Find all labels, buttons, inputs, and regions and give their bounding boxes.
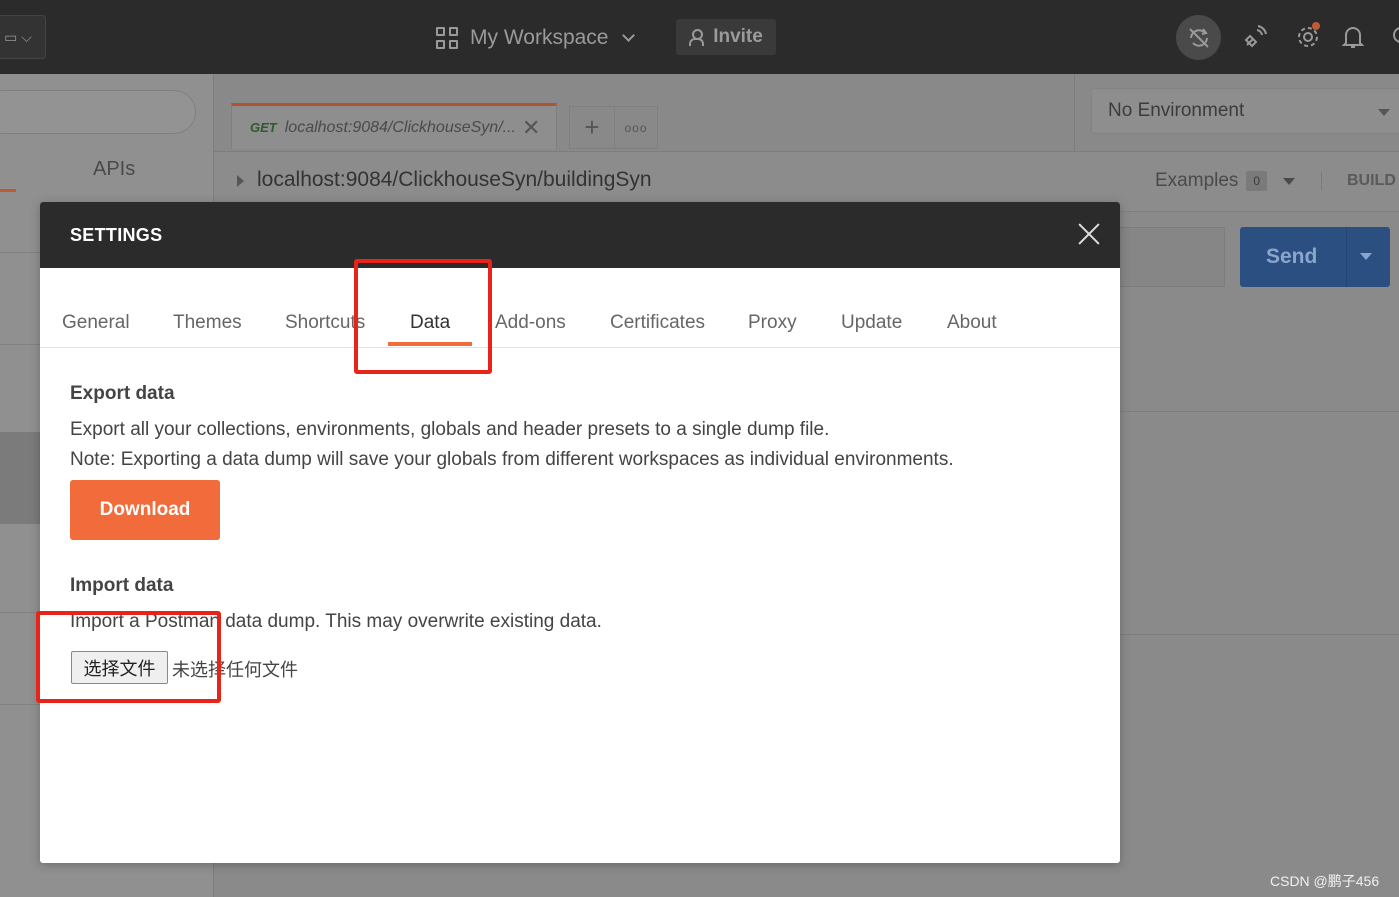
search-icon: [1393, 27, 1399, 43]
send-label: Send: [1266, 245, 1318, 268]
tab-options-button[interactable]: ooo: [614, 106, 658, 149]
watermark: CSDN @鹏子456: [1270, 873, 1380, 889]
settings-modal: SETTINGS General Themes Shortcuts Data A…: [40, 202, 1120, 863]
tab-proxy[interactable]: Proxy: [748, 312, 797, 334]
examples-label: Examples: [1155, 170, 1239, 191]
export-description: Export all your collections, environment…: [70, 419, 830, 440]
environment-select[interactable]: No Environment: [1091, 88, 1399, 134]
sync-status-button[interactable]: [1176, 15, 1221, 60]
close-tab-icon[interactable]: ✕: [522, 115, 540, 141]
add-user-icon: [689, 29, 705, 46]
send-options-caret-icon[interactable]: [1360, 253, 1372, 260]
tab-certificates[interactable]: Certificates: [610, 312, 705, 334]
sidebar-active-tab-indicator: [0, 189, 16, 192]
caret-down-icon: [1378, 109, 1390, 116]
settings-tabs: General Themes Shortcuts Data Add-ons Ce…: [40, 268, 1120, 348]
tab-update[interactable]: Update: [841, 312, 902, 334]
export-note: Note: Exporting a data dump will save yo…: [70, 449, 954, 470]
sidebar-selected-item[interactable]: [0, 432, 40, 524]
interceptor-button[interactable]: [1240, 22, 1270, 52]
top-bar: ▭ ⌵ My Workspace Invite: [0, 0, 1399, 74]
annotation-box-data-tab: [354, 259, 492, 374]
settings-modal-title: SETTINGS: [70, 224, 163, 245]
tab-about[interactable]: About: [947, 312, 997, 334]
sync-off-icon: [1188, 27, 1209, 48]
environment-area: No Environment: [1074, 74, 1399, 152]
examples-dropdown[interactable]: Examples 0: [1155, 170, 1296, 192]
export-data-title: Export data: [70, 383, 175, 404]
search-button[interactable]: [1386, 22, 1399, 52]
settings-button[interactable]: [1293, 22, 1323, 52]
sidebar-tab-apis[interactable]: APIs: [93, 158, 135, 181]
request-tab-title: localhost:9084/ClickhouseSyn/...: [284, 118, 516, 136]
divider: [1120, 411, 1399, 412]
request-method-badge: GET: [250, 120, 277, 135]
notification-dot: [1312, 22, 1320, 30]
tab-themes[interactable]: Themes: [173, 312, 242, 334]
request-tab[interactable]: GET localhost:9084/ClickhouseSyn/... ✕: [231, 103, 557, 149]
invite-button[interactable]: Invite: [676, 19, 776, 55]
chevron-down-icon: [622, 29, 636, 42]
request-name: localhost:9084/ClickhouseSyn/buildingSyn: [257, 168, 652, 191]
notifications-button[interactable]: [1338, 22, 1368, 52]
settings-modal-header: SETTINGS: [40, 202, 1120, 268]
divider: [1346, 227, 1347, 287]
invite-label: Invite: [713, 26, 763, 47]
caret-right-icon[interactable]: [237, 175, 244, 187]
divider: [1120, 634, 1399, 635]
download-button[interactable]: Download: [70, 480, 220, 540]
build-tab[interactable]: BUILD: [1321, 172, 1396, 190]
import-data-title: Import data: [70, 575, 174, 596]
workspace-switcher[interactable]: My Workspace: [436, 22, 636, 54]
sidebar-search-input[interactable]: [0, 90, 196, 134]
environment-selected-value: No Environment: [1108, 100, 1245, 121]
collection-dropdown-button[interactable]: ▭ ⌵: [0, 15, 46, 59]
close-icon[interactable]: [1078, 223, 1100, 245]
tab-add-ons[interactable]: Add-ons: [495, 312, 566, 334]
satellite-icon: [1244, 25, 1267, 48]
examples-count-badge: 0: [1246, 171, 1268, 191]
grid-icon: [436, 27, 458, 49]
annotation-box-file-input: [36, 611, 221, 703]
tab-general[interactable]: General: [62, 312, 130, 334]
bell-icon: [1341, 27, 1365, 48]
workspace-label: My Workspace: [470, 26, 609, 49]
request-tabs-bar: GET localhost:9084/ClickhouseSyn/... ✕ +…: [214, 74, 1399, 152]
caret-down-icon: [1283, 177, 1296, 185]
new-tab-button[interactable]: +: [569, 106, 615, 149]
